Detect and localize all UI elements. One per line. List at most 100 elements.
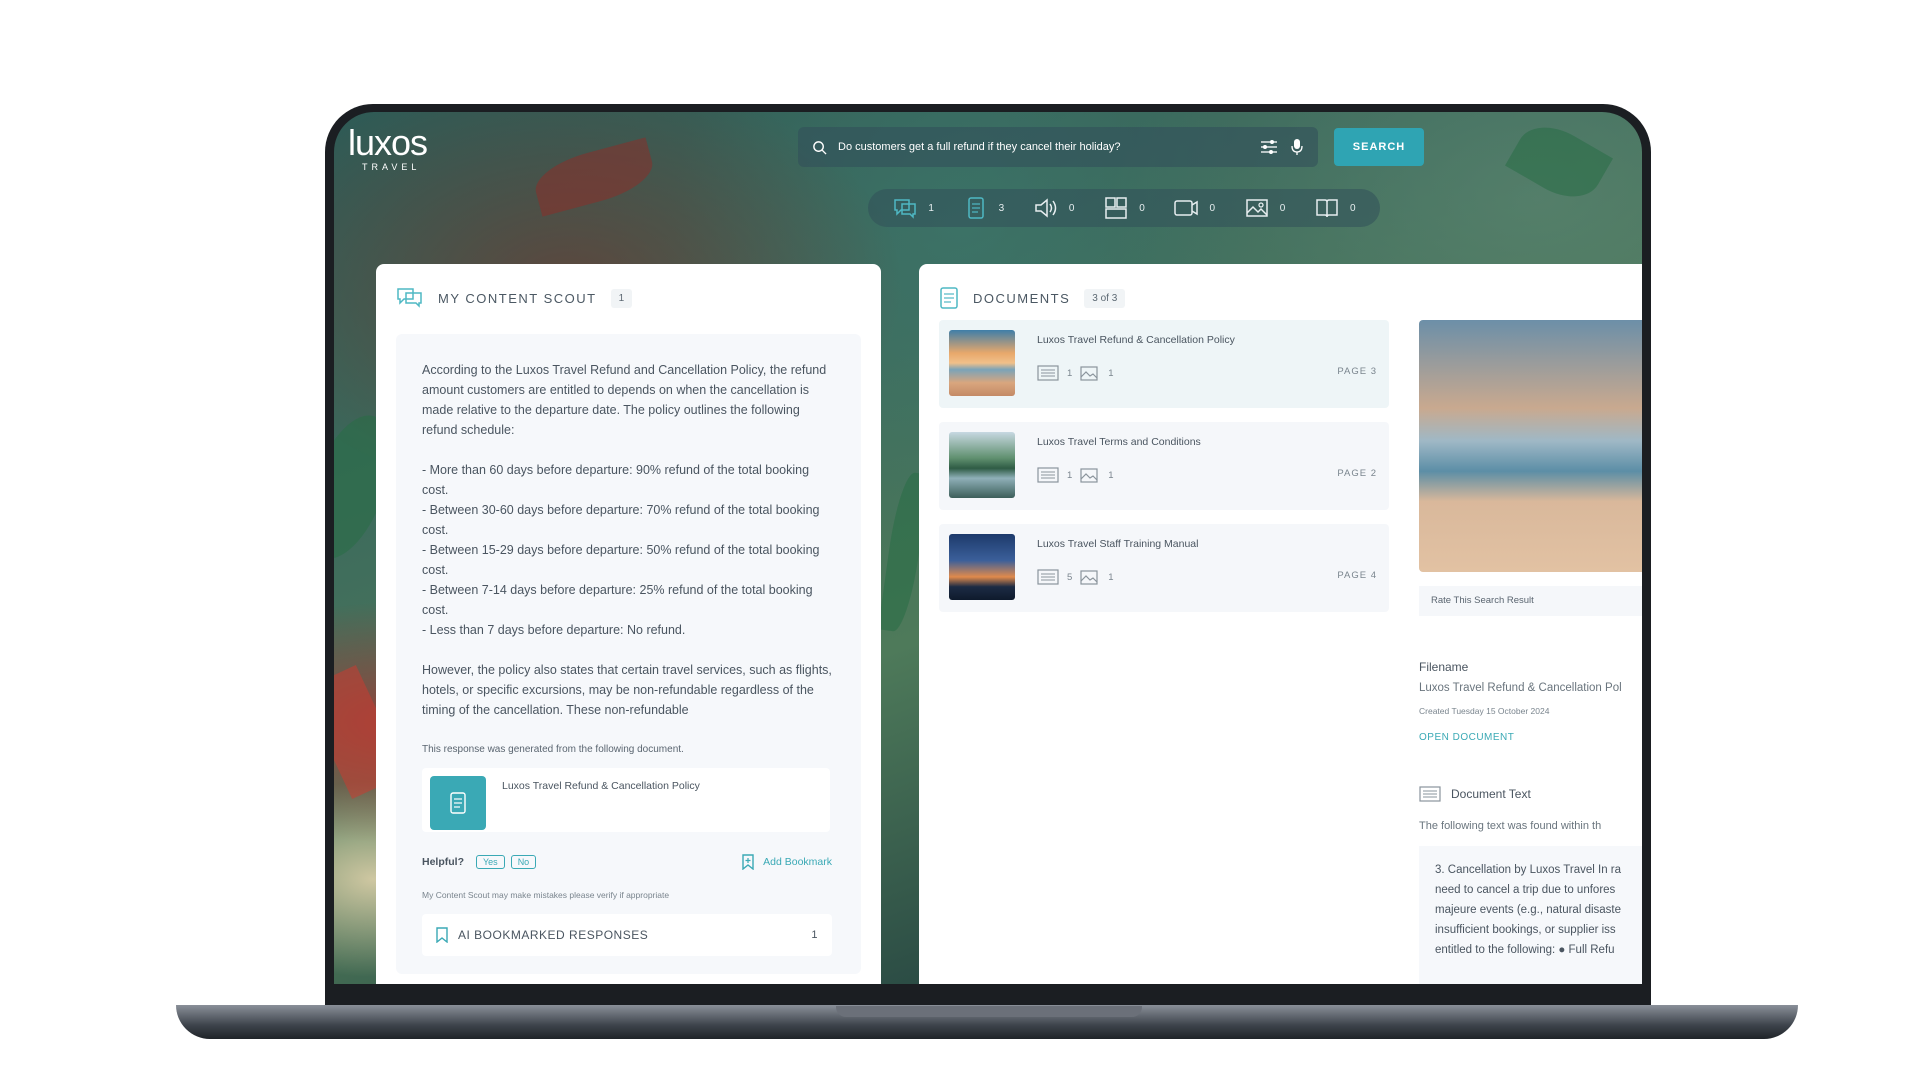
text-lines-icon — [1037, 569, 1059, 585]
document-title: Luxos Travel Staff Training Manual — [1037, 538, 1199, 550]
filter-documents[interactable]: 3 — [963, 195, 1005, 221]
filter-scout[interactable]: 1 — [892, 195, 934, 221]
document-result-item[interactable]: Luxos Travel Terms and Conditions 1 1 PA… — [939, 422, 1389, 510]
document-icon — [967, 197, 984, 219]
filter-audio[interactable]: 0 — [1033, 195, 1075, 221]
document-page: PAGE 2 — [1337, 468, 1377, 479]
image-match-count: 1 — [1108, 367, 1114, 379]
filter-video[interactable]: 0 — [1173, 195, 1215, 221]
laptop-notch — [836, 1006, 1142, 1017]
document-meta: 1 1 — [1037, 466, 1114, 484]
image-icon — [1246, 199, 1268, 217]
documents-panel: DOCUMENTS 3 of 3 Luxos Travel Refund & C… — [919, 264, 1642, 984]
image-icon — [1080, 570, 1098, 585]
document-text-header: Document Text — [1419, 786, 1531, 802]
filter-count: 0 — [1068, 202, 1075, 214]
source-document-card[interactable]: Luxos Travel Refund & Cancellation Polic… — [422, 768, 830, 832]
foliage — [529, 137, 659, 217]
scout-icon — [397, 288, 422, 308]
ai-answer-text: According to the Luxos Travel Refund and… — [422, 363, 832, 717]
panel-title: MY CONTENT SCOUT — [438, 290, 597, 306]
filename-value: Luxos Travel Refund & Cancellation Pol — [1419, 682, 1622, 694]
filter-count: 1 — [928, 202, 934, 214]
excerpt-line: 3. Cancellation by Luxos Travel In ra — [1435, 864, 1622, 876]
created-date: Created Tuesday 15 October 2024 — [1419, 706, 1550, 716]
filter-books[interactable]: 0 — [1314, 195, 1356, 221]
filename-label: Filename — [1419, 660, 1469, 674]
document-text-excerpt: 3. Cancellation by Luxos Travel In ra ne… — [1419, 846, 1642, 984]
microphone-icon[interactable] — [1288, 138, 1306, 156]
search-input[interactable]: Do customers get a full refund if they c… — [838, 141, 1250, 153]
content-type-filter-bar: 1 3 0 0 0 0 0 — [868, 189, 1380, 227]
bookmark-add-icon — [742, 854, 754, 870]
helpful-yes-button[interactable]: Yes — [476, 855, 505, 869]
document-thumbnail — [949, 330, 1015, 396]
document-preview-image[interactable] — [1419, 320, 1642, 572]
filter-count: 3 — [998, 202, 1005, 214]
filter-count: 0 — [1350, 202, 1356, 214]
app-logo[interactable]: luxos TRAVEL — [348, 122, 428, 173]
bookmarked-count: 1 — [811, 929, 818, 941]
text-match-count: 1 — [1067, 469, 1073, 481]
excerpt-line: majeure events (e.g., natural disaste — [1435, 904, 1622, 916]
document-thumbnail — [949, 432, 1015, 498]
filter-layout[interactable]: 0 — [1103, 195, 1145, 221]
ai-answer-card: According to the Luxos Travel Refund and… — [396, 334, 861, 974]
search-bar[interactable]: Do customers get a full refund if they c… — [798, 127, 1318, 167]
rate-search-result[interactable]: Rate This Search Result — [1419, 586, 1642, 616]
document-icon — [430, 776, 486, 830]
image-icon — [1080, 468, 1098, 483]
text-lines-icon — [1037, 365, 1059, 381]
count-badge: 1 — [610, 288, 633, 308]
count-badge: 3 of 3 — [1084, 288, 1126, 308]
search-icon — [810, 138, 828, 156]
image-match-count: 1 — [1108, 469, 1114, 481]
image-match-count: 1 — [1108, 571, 1114, 583]
bookmarked-label: AI BOOKMARKED RESPONSES — [458, 928, 649, 942]
document-page: PAGE 4 — [1337, 570, 1377, 581]
open-document-link[interactable]: OPEN DOCUMENT — [1419, 732, 1514, 743]
text-lines-icon — [1037, 467, 1059, 483]
document-result-item[interactable]: Luxos Travel Refund & Cancellation Polic… — [939, 320, 1389, 408]
document-meta: 5 1 — [1037, 568, 1114, 586]
text-lines-icon — [1419, 786, 1441, 802]
documents-header: DOCUMENTS 3 of 3 — [939, 286, 1126, 310]
document-thumbnail — [949, 534, 1015, 600]
text-match-count: 1 — [1067, 367, 1073, 379]
ai-bookmarked-responses[interactable]: AI BOOKMARKED RESPONSES 1 — [422, 914, 832, 956]
helpful-label: Helpful? — [422, 856, 464, 868]
search-button[interactable]: SEARCH — [1334, 128, 1424, 166]
filter-images[interactable]: 0 — [1244, 195, 1285, 221]
book-icon — [1316, 199, 1338, 218]
filter-count: 0 — [1139, 202, 1145, 214]
document-title: Luxos Travel Refund & Cancellation Polic… — [1037, 334, 1235, 346]
scout-icon — [894, 199, 917, 219]
document-page: PAGE 3 — [1337, 366, 1377, 377]
document-result-item[interactable]: Luxos Travel Staff Training Manual 5 1 P… — [939, 524, 1389, 612]
excerpt-line: need to cancel a trip due to unfores — [1435, 884, 1616, 896]
document-icon — [940, 287, 958, 309]
source-note: This response was generated from the fol… — [422, 744, 684, 755]
image-icon — [1080, 366, 1098, 381]
bookmark-icon — [436, 927, 448, 943]
document-text-subtitle: The following text was found within th — [1419, 820, 1602, 832]
helpful-row: Helpful? Yes No Add Bookmark — [422, 854, 832, 870]
app-screen: luxos TRAVEL Do customers get a full ref… — [334, 112, 1642, 984]
filter-sliders-icon[interactable] — [1260, 138, 1278, 156]
filter-count: 0 — [1209, 202, 1216, 214]
helpful-no-button[interactable]: No — [510, 855, 537, 869]
audio-icon — [1035, 198, 1057, 218]
add-bookmark-label: Add Bookmark — [763, 856, 832, 868]
excerpt-line: insufficient bookings, or supplier iss — [1435, 924, 1616, 936]
document-text-label: Document Text — [1451, 787, 1531, 801]
disclaimer-text: My Content Scout may make mistakes pleas… — [422, 890, 670, 900]
video-icon — [1174, 200, 1199, 216]
excerpt-line: entitled to the following: ● Full Refu — [1435, 944, 1615, 956]
logo-subtitle: TRAVEL — [362, 162, 421, 172]
content-scout-panel: MY CONTENT SCOUT 1 According to the Luxo… — [376, 264, 881, 984]
foliage — [1505, 113, 1613, 211]
logo-word: luxos — [348, 122, 428, 163]
add-bookmark-button[interactable]: Add Bookmark — [741, 854, 832, 870]
document-title: Luxos Travel Terms and Conditions — [1037, 436, 1201, 448]
layout-icon — [1105, 197, 1127, 219]
